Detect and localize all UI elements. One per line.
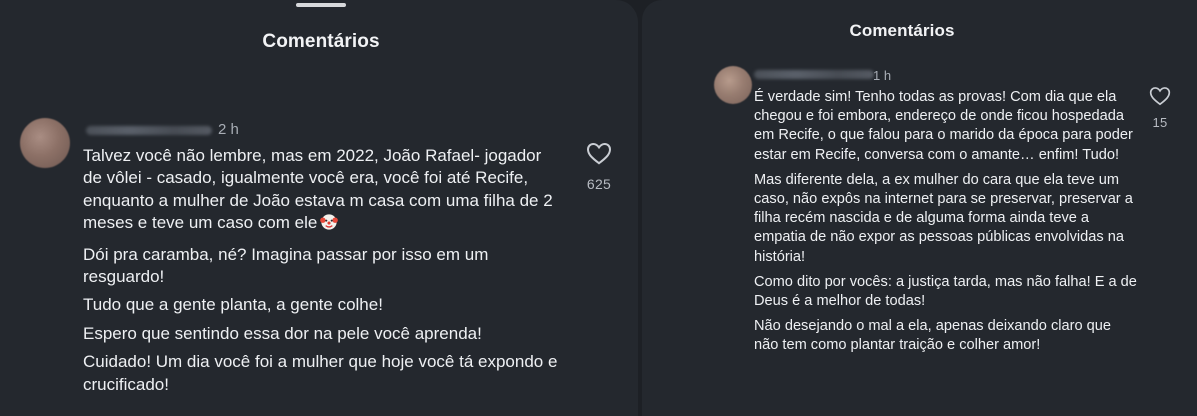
comment-paragraph: Cuidado! Um dia você foi a mulher que ho… — [83, 352, 558, 394]
comments-sheet-left: Comentários 2 h Talvez você não lembre, … — [0, 0, 638, 416]
comment-paragraph: Mas diferente dela, a ex mulher do cara … — [754, 171, 1133, 265]
comment-body: É verdade sim! Tenho todas as provas! Co… — [754, 88, 1139, 356]
comments-screenshot-composite: Comentários 2 h Talvez você não lembre, … — [0, 0, 1197, 416]
blurred-username[interactable] — [86, 126, 212, 135]
heart-icon[interactable] — [1149, 87, 1171, 110]
comment-paragraph: É verdade sim! Tenho todas as provas! Co… — [754, 89, 1133, 163]
comment-body: Talvez você não lembre, mas em 2022, Joã… — [83, 145, 563, 396]
comment-paragraph: Tudo que a gente planta, a gente colhe! — [83, 295, 383, 315]
heart-icon[interactable] — [586, 142, 612, 169]
avatar[interactable] — [714, 66, 752, 104]
like-control: 625 — [578, 142, 620, 192]
comments-sheet-right: Comentários 1 h É verdade sim! Tenho tod… — [642, 0, 1197, 416]
sheet-drag-handle[interactable] — [296, 3, 346, 7]
comment-paragraph: Não desejando o mal a ela, apenas deixan… — [754, 318, 1111, 354]
clown-face-icon — [320, 213, 339, 237]
sheet-title: Comentários — [849, 21, 955, 40]
sheet-title: Comentários — [262, 31, 380, 52]
avatar[interactable] — [20, 118, 70, 168]
comment-paragraph: Talvez você não lembre, mas em 2022, Joã… — [83, 145, 563, 238]
blurred-username[interactable] — [754, 70, 874, 79]
comment-timestamp: 2 h — [218, 121, 239, 138]
like-count: 15 — [1152, 115, 1168, 130]
comment-timestamp: 1 h — [873, 68, 892, 83]
comment-paragraph: Espero que sentindo essa dor na pele voc… — [83, 323, 482, 343]
comment-paragraph: Como dito por vocês: a justiça tarda, ma… — [754, 273, 1137, 310]
comment-paragraph: Dói pra caramba, né? Imagina passar por … — [83, 244, 489, 287]
like-count: 625 — [586, 176, 612, 192]
like-control: 15 — [1142, 86, 1178, 130]
